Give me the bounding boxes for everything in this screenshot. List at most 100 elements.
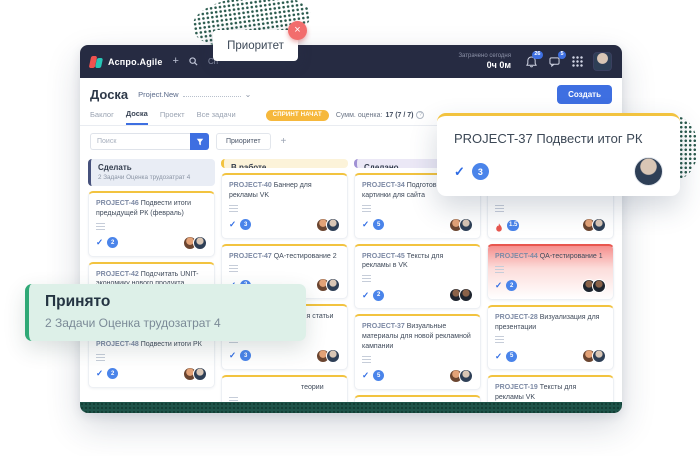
funnel-icon [196, 138, 204, 146]
sprint-status-badge: СПРИНТ НАЧАТ [266, 110, 329, 121]
task-card-footer: ✓5 [362, 369, 473, 383]
check-icon: ✓ [495, 280, 502, 291]
task-code: PROJECT-34 [362, 182, 405, 189]
task-card-footer: ✓3 [229, 349, 340, 363]
messages-button[interactable]: 5 [547, 55, 561, 69]
task-title: PROJECT-40 Баннер для рекламы VK [229, 181, 340, 201]
top-navigation-bar: Аспро.Agile + Сп Затрачено сегодня 0ч 0м… [80, 45, 622, 78]
tab-project[interactable]: Проект [160, 110, 185, 124]
task-code: PROJECT-28 [495, 314, 538, 321]
search-icon[interactable] [189, 57, 198, 66]
estimate-badge: 2 [107, 368, 118, 379]
time-tracked-value: 0ч 0м [458, 60, 511, 70]
task-card-footer: ✓2 [362, 288, 473, 302]
estimate-badge: 5 [373, 370, 384, 381]
check-icon: ✓ [362, 370, 369, 381]
task-title: PROJECT-48 Подвести итоги РК [96, 340, 207, 350]
task-title: PROJECT-47 QA-тестирование 2 [229, 252, 340, 262]
assignee-avatar [459, 218, 473, 232]
task-card-PROJECT-40[interactable]: PROJECT-40 Баннер для рекламы VK✓3 [221, 173, 348, 239]
estimate-badge: 3 [240, 219, 251, 230]
task-card-PROJECT-45[interactable]: PROJECT-45 Тексты для рекламы в VK ✓2 [354, 244, 481, 310]
task-title: PROJECT-28 Визуализация для презентации [495, 313, 606, 333]
assignee-avatars [183, 367, 207, 381]
task-card-footer: ✓3 [229, 218, 340, 232]
description-icon [495, 336, 504, 343]
task-card-PROJECT-44[interactable]: PROJECT-44 QA-тестирование 1✓2 [487, 244, 614, 300]
assignee-avatars [582, 218, 606, 232]
accepted-popup-meta: 2 Задачи Оценка трудозатрат 4 [45, 316, 290, 330]
priority-filter-chip[interactable]: Приоритет [216, 133, 271, 150]
page-title: Доска [90, 87, 128, 102]
tab-all-tasks[interactable]: Все задачи [197, 110, 236, 124]
assignee-avatars [449, 218, 473, 232]
assignee-avatar [459, 288, 473, 302]
logo-icon [90, 56, 103, 68]
task-card-footer: ✓2 [96, 236, 207, 250]
add-filter-button[interactable]: + [278, 136, 290, 147]
estimate-badge: 2 [506, 280, 517, 291]
assignee-avatar [592, 218, 606, 232]
board-column-accepted: 1.5PROJECT-44 QA-тестирование 1✓2PROJECT… [487, 159, 614, 413]
task-card-footer: ✓2 [96, 367, 207, 381]
check-icon: ✓ [454, 164, 465, 180]
summary-value: 17 (7 / 7) [385, 112, 413, 119]
flame-icon [495, 220, 503, 230]
task-card-PROJECT-46[interactable]: PROJECT-46 Подвести итоги предыдущей РК … [88, 191, 215, 257]
estimate-badge: 5 [373, 219, 384, 230]
decorative-band [80, 402, 622, 413]
assignee-avatars [582, 279, 606, 293]
check-icon: ✓ [229, 219, 236, 230]
search-input[interactable] [90, 133, 190, 150]
estimate-badge: 1.5 [507, 220, 519, 231]
description-icon [96, 354, 105, 361]
description-icon [495, 205, 504, 212]
app-logo[interactable]: Аспро.Agile [90, 56, 163, 68]
check-icon: ✓ [96, 237, 103, 248]
assignee-avatar [326, 349, 340, 363]
accepted-column-popup: Принято 2 Задачи Оценка трудозатрат 4 [25, 284, 306, 341]
time-tracked-block: Затрачено сегодня 0ч 0м [458, 53, 511, 70]
messages-badge: 5 [558, 51, 566, 60]
check-icon: ✓ [362, 290, 369, 301]
description-icon [229, 265, 238, 272]
estimate-badge: 3 [472, 163, 489, 180]
tab-board[interactable]: Доска [126, 109, 148, 125]
task-card-PROJECT-37[interactable]: PROJECT-37 Визуальные материалы для ново… [354, 314, 481, 389]
task-title: PROJECT-46 Подвести итоги предыдущей РК … [96, 199, 207, 219]
info-icon[interactable]: ? [416, 111, 424, 119]
assignee-avatars [183, 236, 207, 250]
task-code: PROJECT-19 [495, 384, 538, 391]
filter-button[interactable] [190, 133, 209, 150]
task-card-popup[interactable]: PROJECT-37 Подвести итог РК ✓ 3 [437, 113, 680, 196]
priority-tooltip-label: Приоритет [227, 40, 284, 52]
column-title: Сделать [98, 163, 208, 172]
check-icon: ✓ [362, 219, 369, 230]
estimate-badge: 5 [506, 351, 517, 362]
task-card-footer: ✓5 [362, 218, 473, 232]
user-avatar[interactable] [593, 52, 612, 71]
create-button[interactable]: Создать [557, 85, 612, 104]
notifications-button[interactable]: 26 [524, 55, 538, 69]
task-title: PROJECT-45 Тексты для рекламы в VK [362, 252, 473, 272]
accepted-popup-title: Принято [45, 293, 290, 311]
add-icon[interactable]: + [173, 56, 179, 67]
board-select-underline [183, 91, 241, 97]
description-icon [362, 205, 371, 212]
tab-backlog[interactable]: Баклог [90, 110, 114, 124]
task-code: PROJECT-46 [96, 200, 139, 207]
estimate-badge: 3 [240, 350, 251, 361]
priority-tooltip: Приоритет × [213, 30, 298, 61]
assignee-avatar [459, 369, 473, 383]
column-header-in-progress[interactable]: В работе1 Задача Оценка трудозатрат 3 [221, 159, 348, 168]
column-header-todo[interactable]: Сделать2 Задачи Оценка трудозатрат 4 [88, 159, 215, 186]
app-window: Аспро.Agile + Сп Затрачено сегодня 0ч 0м… [80, 45, 622, 413]
board-select-value: Project.New [138, 90, 178, 99]
assignee-avatars [316, 349, 340, 363]
time-tracked-label: Затрачено сегодня [458, 53, 511, 60]
close-icon[interactable]: × [288, 21, 307, 40]
apps-grid-button[interactable] [570, 55, 584, 69]
assignee-avatars [316, 218, 340, 232]
board-select[interactable]: Project.New ⌄ [138, 90, 251, 99]
task-card-PROJECT-28[interactable]: PROJECT-28 Визуализация для презентации✓… [487, 305, 614, 371]
